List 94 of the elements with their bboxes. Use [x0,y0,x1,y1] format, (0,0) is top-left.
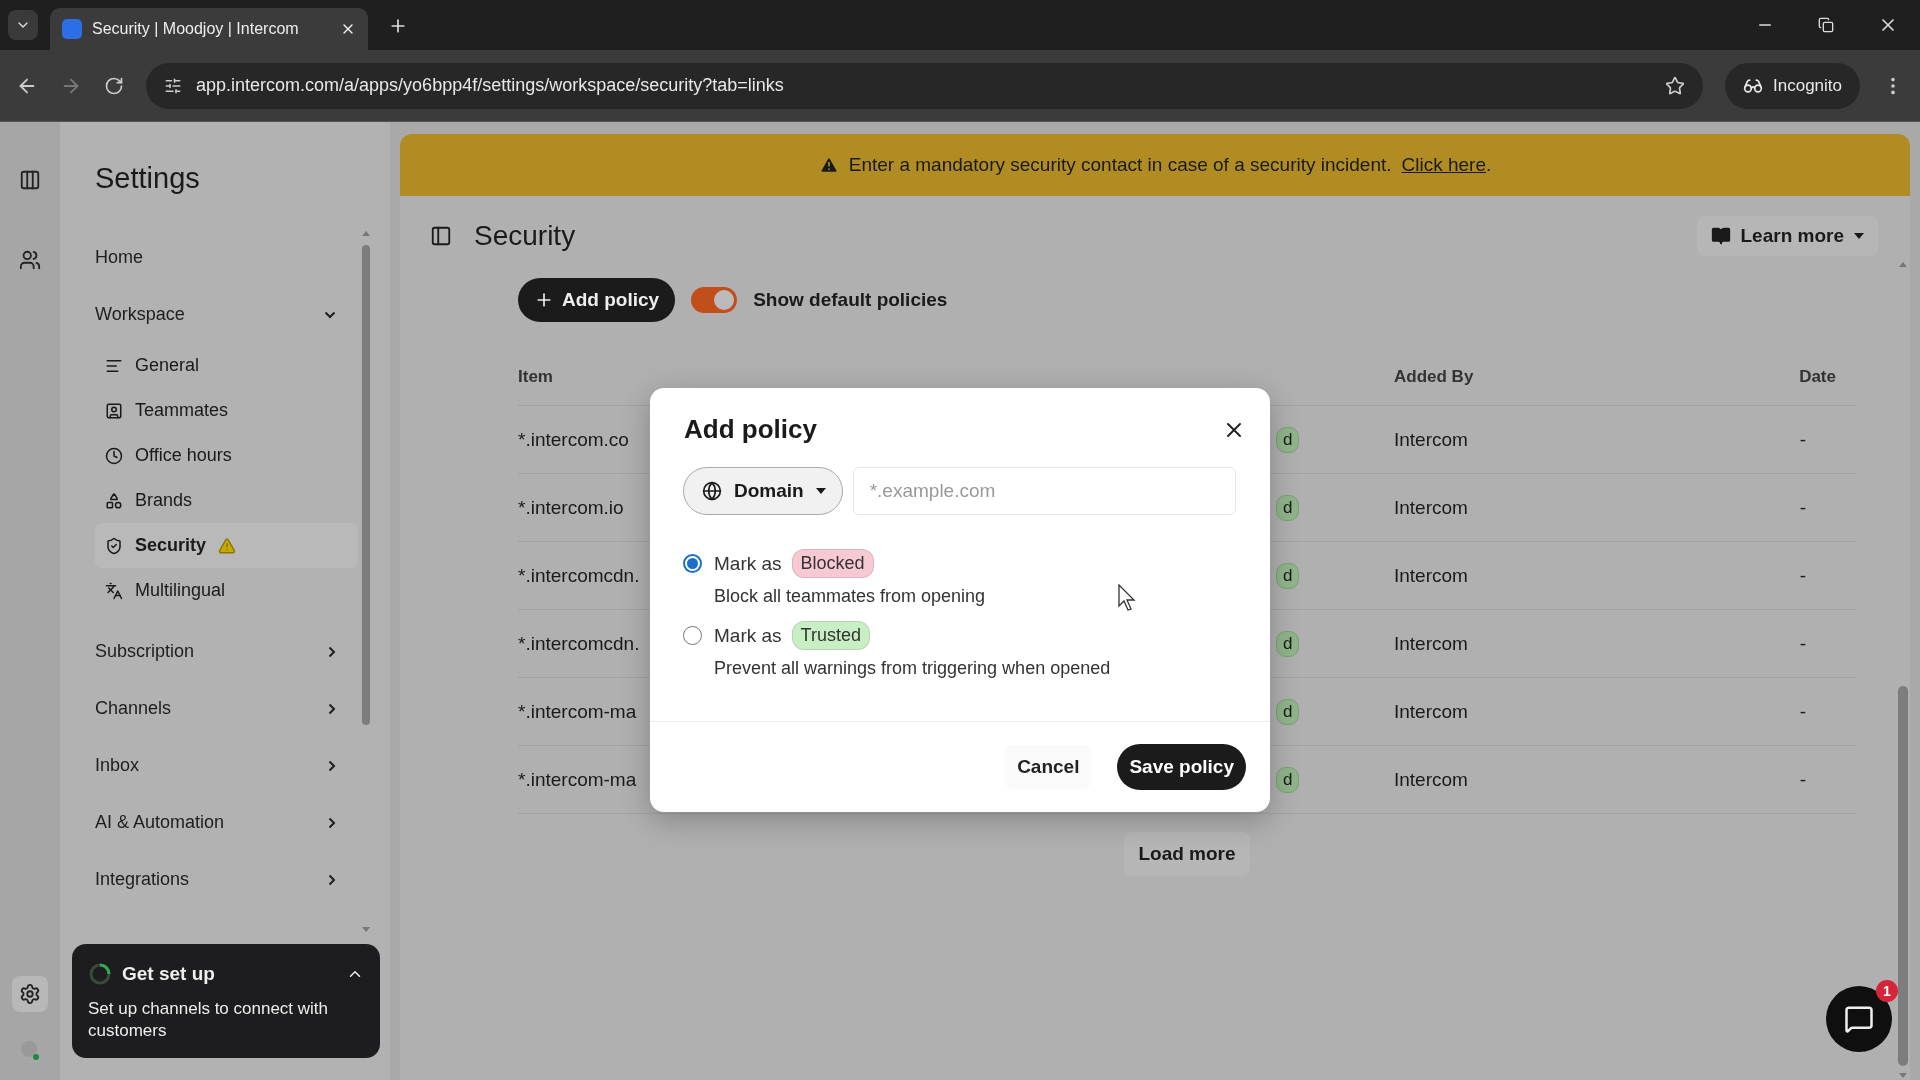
table-cell: Intercom [1394,542,1769,610]
chevron-right-icon [328,645,336,658]
save-policy-button[interactable]: Save policy [1117,744,1246,790]
caret-icon [815,488,826,494]
globe-icon [702,481,722,501]
sidebar-section[interactable]: Workspace [95,286,350,343]
domain-input[interactable]: *.example.com [852,467,1236,515]
dialog-title: Add policy [684,414,817,445]
banner-link[interactable]: Click here [1401,154,1486,175]
table-cell: - [1769,474,1856,542]
sidebar-item[interactable]: Security [95,523,358,568]
sidebar-section[interactable]: Subscription [95,623,350,680]
incognito-indicator[interactable]: Incognito [1725,62,1860,109]
table-cell: - [1769,678,1856,746]
table-cell: Intercom [1394,474,1769,542]
scrollbar-thumb[interactable] [1898,686,1908,1066]
scrollbar-thumb[interactable] [362,245,370,725]
chevron-right-icon [328,702,336,715]
site-info-icon[interactable] [164,76,182,95]
status-tag: d [1276,698,1300,725]
reload-icon[interactable] [104,75,124,96]
sidebar-item-label: Security [135,535,207,556]
type-select[interactable]: Domain [683,467,843,515]
sidebar-section[interactable]: Channels [95,680,350,737]
option-tag: Trusted [791,621,870,650]
chevron-right-icon [328,816,336,829]
table-cell: - [1769,746,1856,814]
person-card-icon [105,401,123,420]
book-icon [1710,226,1731,246]
toggle-label: Show default policies [753,289,948,311]
cancel-button[interactable]: Cancel [1005,745,1092,789]
address-bar[interactable]: app.intercom.com/a/apps/yo6bpp4f/settings/workspace/security?tab=links [146,62,1703,109]
table-cell: Intercom [1394,746,1769,814]
warning-icon [818,155,839,175]
progress-ring-icon [88,962,112,986]
toggle-switch[interactable] [691,287,738,313]
table-cell: - [1769,406,1856,474]
bookmark-star-icon[interactable] [1665,75,1685,96]
page-title: Security [474,220,577,252]
chat-icon [1844,1004,1874,1034]
tab-list-button[interactable] [8,10,38,40]
setup-title: Get set up [122,963,216,985]
load-more-button[interactable]: Load more [1124,832,1250,876]
banner-period: . [1486,154,1492,175]
sidebar-item-label: Brands [135,490,193,511]
sidebar-item[interactable]: Home [95,229,350,286]
table-cell: Intercom [1394,610,1769,678]
status-tag: d [1276,630,1300,657]
sidebar-item[interactable]: Multilingual [95,568,358,613]
add-policy-button[interactable]: Add policy [518,278,676,322]
sidebar-title: Settings [95,162,201,195]
status-tag: d [1276,766,1300,793]
column-header: Date [1769,348,1856,406]
option-label: Mark as [714,624,782,647]
restore-icon[interactable] [1818,17,1834,33]
sidebar-item-label: Teammates [135,400,229,421]
status-tag: d [1276,562,1300,589]
table-cell: - [1769,542,1856,610]
sidebar-item[interactable]: Teammates [95,388,358,433]
translate-icon [105,581,123,600]
status-tag: d [1276,494,1300,521]
settings-icon[interactable] [12,976,48,1012]
sidebar-section[interactable]: Integrations [95,851,350,908]
option-tag: Blocked [791,549,874,578]
banner-text: Enter a mandatory security contact in case of a security incident. [848,154,1392,176]
status-tag: d [1276,426,1300,453]
sidebar-item-label: Office hours [135,445,232,466]
sidebar-toggle-icon[interactable] [430,225,452,247]
sidebar-item-label: General [135,355,200,376]
browser-tab[interactable]: Security | Moodjoy | Intercom [50,8,368,50]
table-cell: Intercom [1394,678,1769,746]
sidebar-item[interactable]: Brands [95,478,358,523]
clock-icon [105,446,123,465]
chevron-right-icon [328,759,336,772]
favicon-icon [62,19,82,39]
setup-text: Set up channels to connect with customers [88,998,330,1042]
sidebar-section[interactable]: AI & Automation [95,794,350,851]
column-header: Added By [1394,348,1769,406]
mouse-cursor-icon [1118,584,1136,612]
sidebar-item[interactable]: General [95,343,358,388]
sidebar-item[interactable]: Office hours [95,433,358,478]
radio-button[interactable] [683,554,702,573]
sidebar-item-label: Multilingual [135,580,226,601]
shield-icon [105,536,123,555]
learn-more-button[interactable]: Learn more [1696,216,1878,256]
chevron-right-icon [328,873,336,886]
chevron-down-icon [324,310,336,319]
sidebar-section[interactable]: Inbox [95,737,350,794]
option-label: Mark as [714,552,782,575]
shapes-icon [105,491,123,510]
caret-icon [1854,233,1864,239]
table-cell: - [1769,610,1856,678]
table-cell: Intercom [1394,406,1769,474]
setup-card[interactable]: Get set up Set up channels to connect with customers [72,944,380,1058]
